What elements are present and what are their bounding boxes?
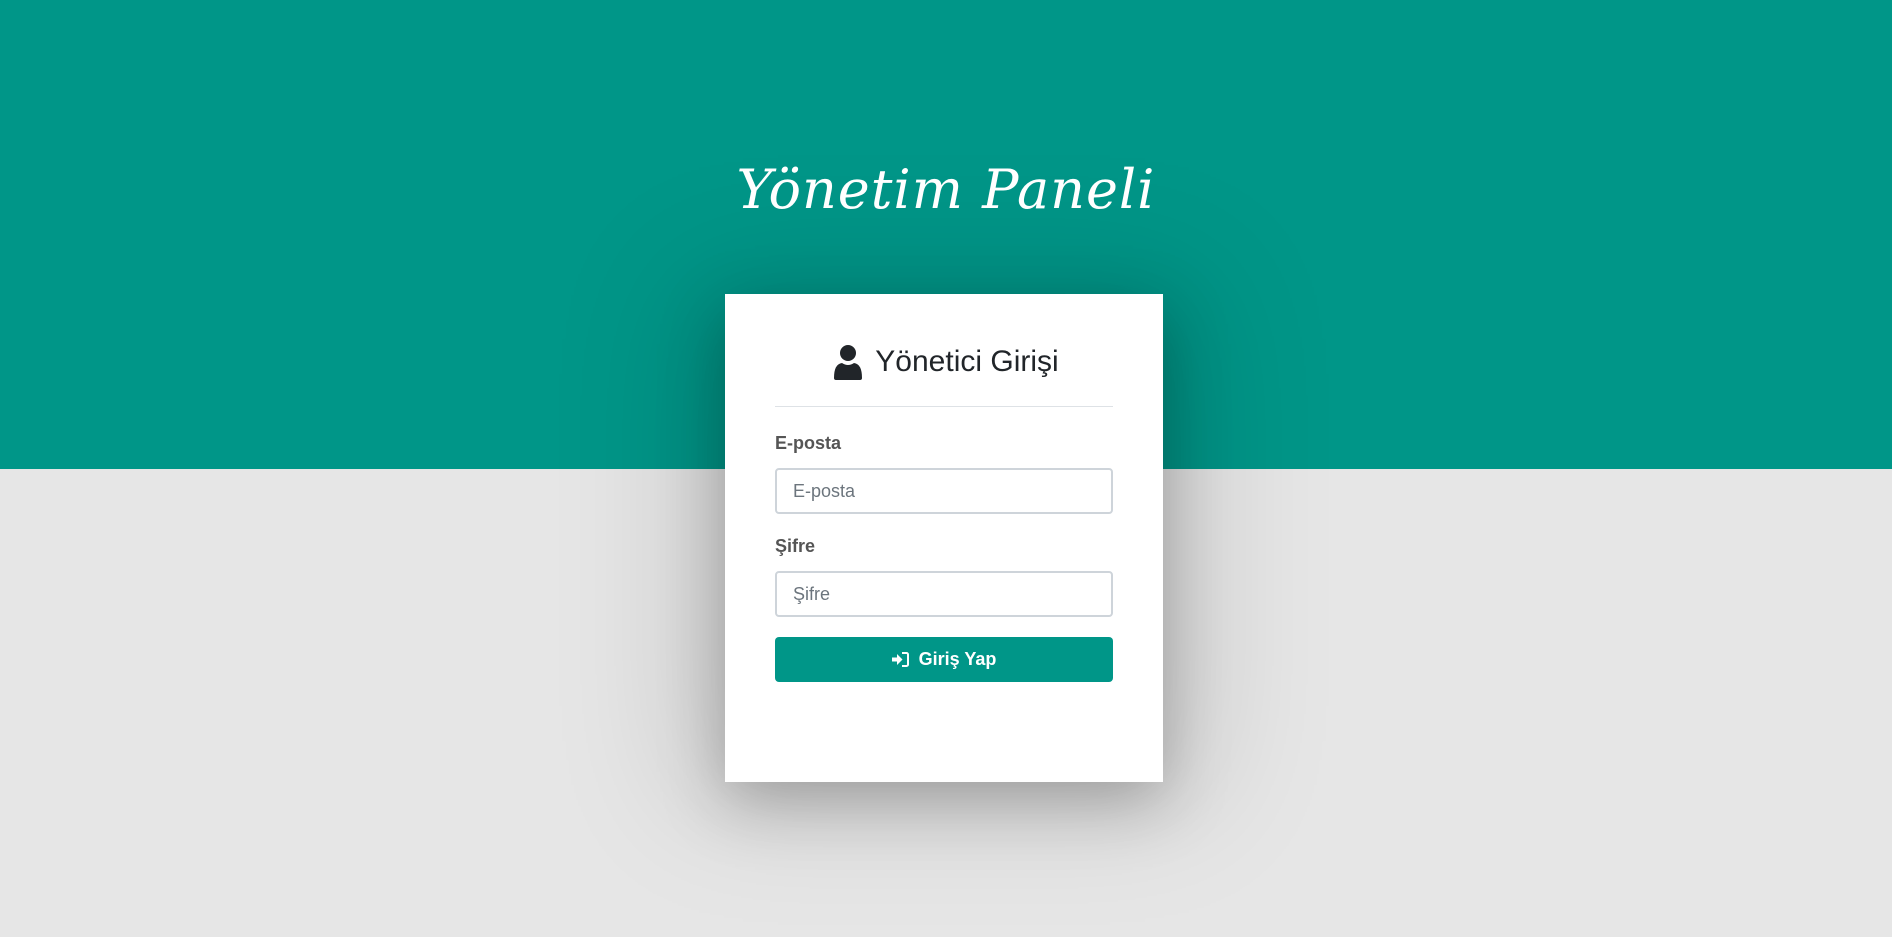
user-icon — [834, 345, 863, 380]
brand-title: Yönetim Paneli — [736, 158, 1156, 221]
login-button[interactable]: Giriş Yap — [775, 637, 1113, 682]
login-button-label: Giriş Yap — [918, 649, 997, 669]
password-input[interactable] — [775, 571, 1113, 617]
sign-in-icon — [891, 652, 909, 667]
email-input[interactable] — [775, 468, 1113, 514]
email-label: E-posta — [775, 433, 842, 453]
login-heading-text: Yönetici Girişi — [875, 345, 1059, 378]
divider — [775, 406, 1113, 407]
login-heading: Yönetici Girişi — [0, 344, 1892, 380]
password-label: Şifre — [775, 536, 816, 556]
